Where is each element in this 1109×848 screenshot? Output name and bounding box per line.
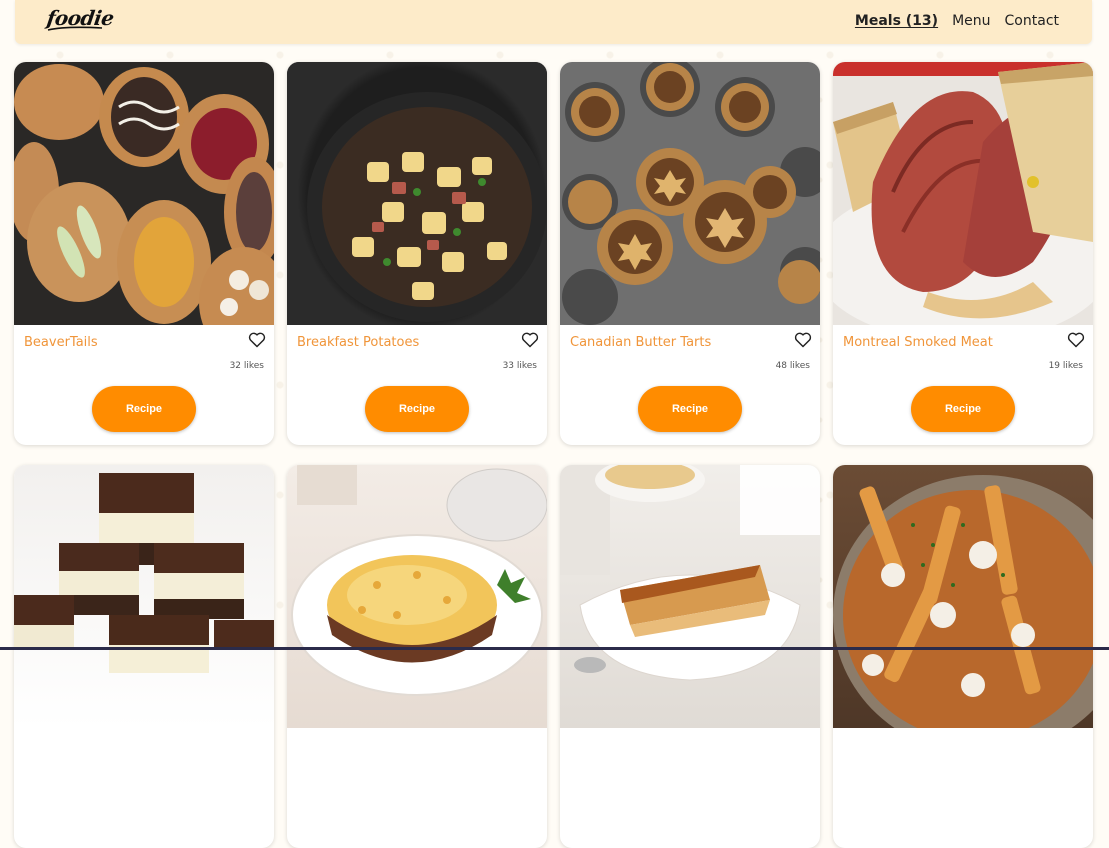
- meal-card: Breakfast Potatoes 33 likes Recipe: [287, 62, 547, 445]
- card-body: BeaverTails 32 likes Recipe: [14, 325, 274, 445]
- heart-outline-icon[interactable]: [248, 332, 266, 348]
- likes-count: 19 likes: [1048, 361, 1083, 371]
- butter-tarts-photo[interactable]: [560, 62, 820, 325]
- recipe-button[interactable]: Recipe: [911, 386, 1015, 432]
- card-body: Canadian Butter Tarts 48 likes Recipe: [560, 325, 820, 445]
- shepherds-pie-photo[interactable]: [287, 465, 547, 728]
- meal-title[interactable]: Montreal Smoked Meat: [843, 335, 993, 350]
- meal-card: [14, 465, 274, 848]
- poutine-photo[interactable]: [833, 465, 1093, 728]
- meal-card: [560, 465, 820, 848]
- card-body: Montreal Smoked Meat 19 likes Recipe: [833, 325, 1093, 445]
- heart-outline-icon[interactable]: [794, 332, 812, 348]
- recipe-button[interactable]: Recipe: [365, 386, 469, 432]
- likes-count: 33 likes: [502, 361, 537, 371]
- meal-card: [833, 465, 1093, 848]
- nanaimo-bars-photo[interactable]: [14, 465, 274, 728]
- meal-title[interactable]: Breakfast Potatoes: [297, 335, 419, 350]
- heart-outline-icon[interactable]: [521, 332, 539, 348]
- logo[interactable]: foodie: [45, 6, 115, 36]
- beavertails-photo[interactable]: [14, 62, 274, 325]
- breakfast-potatoes-photo[interactable]: [287, 62, 547, 325]
- pouding-chomeur-photo[interactable]: [560, 465, 820, 728]
- logo-swash-icon: [47, 26, 103, 31]
- meal-card: BeaverTails 32 likes Recipe: [14, 62, 274, 445]
- likes-count: 32 likes: [229, 361, 264, 371]
- meal-title[interactable]: BeaverTails: [24, 335, 98, 350]
- navbar: foodie Meals (13) Menu Contact: [15, 0, 1092, 44]
- nav-link-menu[interactable]: Menu: [952, 13, 990, 29]
- meal-grid: BeaverTails 32 likes Recipe Breakfast Po…: [14, 62, 1093, 848]
- meal-card: [287, 465, 547, 848]
- heart-outline-icon[interactable]: [1067, 332, 1085, 348]
- recipe-button[interactable]: Recipe: [638, 386, 742, 432]
- smoked-meat-photo[interactable]: [833, 62, 1093, 325]
- nav-links: Meals (13) Menu Contact: [855, 13, 1059, 29]
- likes-count: 48 likes: [775, 361, 810, 371]
- meal-card: Montreal Smoked Meat 19 likes Recipe: [833, 62, 1093, 445]
- meal-card: Canadian Butter Tarts 48 likes Recipe: [560, 62, 820, 445]
- recipe-button[interactable]: Recipe: [92, 386, 196, 432]
- nav-link-contact[interactable]: Contact: [1005, 13, 1059, 29]
- nav-link-meals[interactable]: Meals (13): [855, 13, 938, 29]
- meal-title[interactable]: Canadian Butter Tarts: [570, 335, 711, 350]
- card-body: Breakfast Potatoes 33 likes Recipe: [287, 325, 547, 445]
